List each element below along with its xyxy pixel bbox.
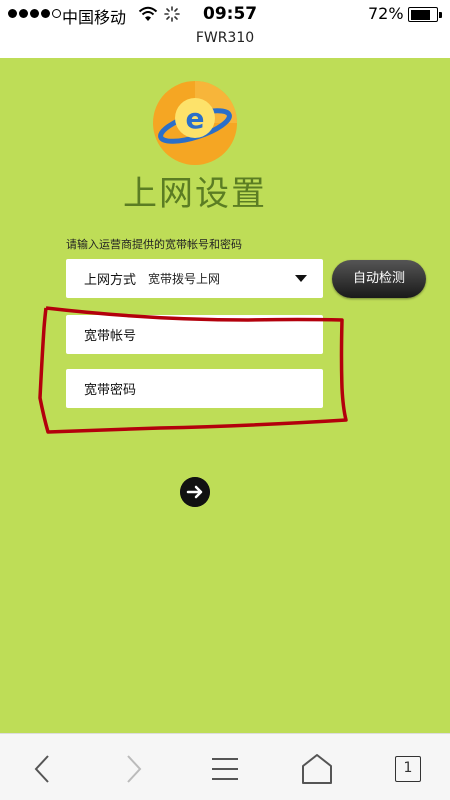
menu-icon[interactable] [208, 752, 242, 786]
back-icon[interactable] [26, 752, 60, 786]
loading-spinner-icon [164, 6, 180, 22]
next-arrow-button[interactable] [180, 477, 210, 507]
browser-page-title: FWR310 [195, 30, 255, 46]
wifi-icon [138, 6, 158, 21]
clock: 09:57 [203, 4, 258, 24]
battery-icon [408, 7, 442, 22]
setup-page: e 上网设置 请输入运营商提供的宽带帐号和密码 上网方式 宽带拨号上网 自动检测… [0, 58, 450, 733]
signal-strength-icon [8, 9, 61, 18]
forward-icon[interactable] [116, 752, 150, 786]
browser-toolbar: 1 [0, 733, 450, 800]
status-bar: 中国移动 09:57 72% [0, 0, 450, 28]
tab-count-button[interactable]: 1 [395, 756, 421, 782]
carrier-name: 中国移动 [62, 8, 127, 27]
red-annotation-outline [38, 306, 348, 434]
home-icon[interactable] [300, 752, 334, 786]
battery-percent: 72% [368, 4, 404, 23]
